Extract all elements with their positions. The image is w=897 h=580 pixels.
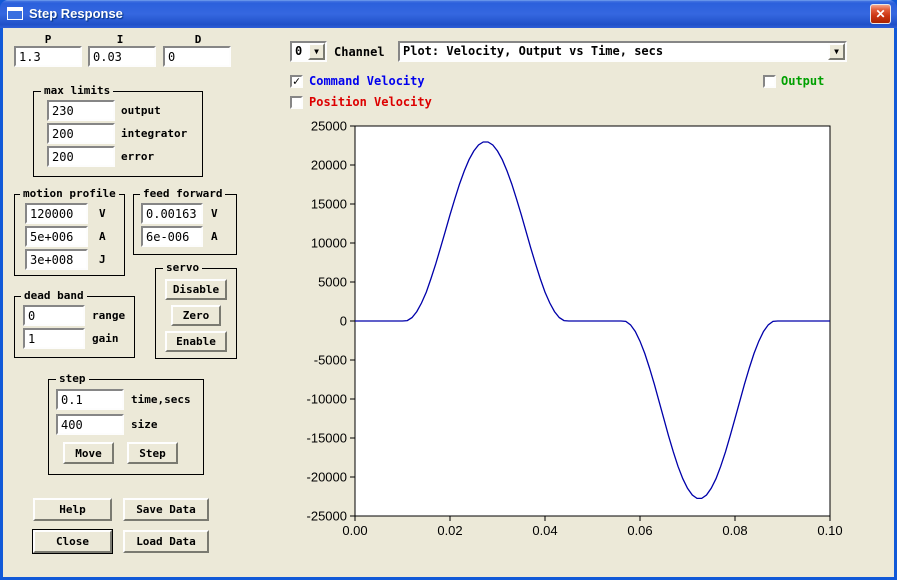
p-input[interactable] <box>14 46 82 67</box>
servo-title: servo <box>163 261 202 274</box>
checkbox-position-velocity[interactable] <box>290 96 303 109</box>
y-tick-label: 25000 <box>311 119 347 134</box>
max-error-label: error <box>121 150 154 163</box>
range-input[interactable] <box>23 305 85 326</box>
motion-j-input[interactable] <box>25 249 88 270</box>
ff-a-label: A <box>211 230 218 243</box>
y-tick-label: -5000 <box>314 353 347 368</box>
motion-v-input[interactable] <box>25 203 88 224</box>
max-error-input[interactable] <box>47 146 115 167</box>
max-output-label: output <box>121 104 161 117</box>
y-tick-label: 0 <box>340 314 347 329</box>
d-input[interactable] <box>163 46 231 67</box>
move-button[interactable]: Move <box>63 442 114 464</box>
x-tick-label: 0.10 <box>817 523 842 538</box>
step-size-input[interactable] <box>56 414 124 435</box>
checkbox-command-velocity[interactable]: ✓ <box>290 75 303 88</box>
plot-select-value: Plot: Velocity, Output vs Time, secs <box>400 43 828 60</box>
save-data-button[interactable]: Save Data <box>123 498 209 521</box>
checkbox-output[interactable] <box>763 75 776 88</box>
load-data-button[interactable]: Load Data <box>123 530 209 553</box>
y-tick-label: 15000 <box>311 197 347 212</box>
x-tick-label: 0.08 <box>722 523 747 538</box>
max-limits-title: max limits <box>41 84 113 97</box>
step-time-input[interactable] <box>56 389 124 410</box>
max-integrator-label: integrator <box>121 127 187 140</box>
x-tick-label: 0.02 <box>437 523 462 538</box>
motion-a-label: A <box>99 230 106 243</box>
gain-label: gain <box>92 332 119 345</box>
channel-select[interactable]: 0 ▼ <box>290 41 327 62</box>
motion-j-label: J <box>99 253 106 266</box>
step-title: step <box>56 372 89 385</box>
window-icon <box>7 7 23 20</box>
ff-v-input[interactable] <box>141 203 203 224</box>
legend-label-position-velocity[interactable]: Position Velocity <box>309 95 432 109</box>
chevron-down-icon[interactable]: ▼ <box>828 43 845 60</box>
channel-value: 0 <box>292 43 308 60</box>
step-response-window: Step Response ✕ P I D max limits output … <box>0 0 897 580</box>
enable-button[interactable]: Enable <box>165 331 227 352</box>
step-response-chart: 25000 20000 15000 10000 5000 0 -5000 -10000 -150… <box>300 115 860 545</box>
step-button[interactable]: Step <box>127 442 178 464</box>
x-tick-label: 0.06 <box>627 523 652 538</box>
ff-a-input[interactable] <box>141 226 203 247</box>
max-output-input[interactable] <box>47 100 115 121</box>
x-tick-label: 0.04 <box>532 523 557 538</box>
p-label: P <box>30 33 66 46</box>
channel-label: Channel <box>334 45 385 59</box>
step-size-label: size <box>131 418 158 431</box>
close-button[interactable]: ✕ <box>870 4 891 24</box>
legend-label-command-velocity[interactable]: Command Velocity <box>309 74 425 88</box>
range-label: range <box>92 309 125 322</box>
plot-select[interactable]: Plot: Velocity, Output vs Time, secs ▼ <box>398 41 847 62</box>
step-time-label: time,secs <box>131 393 191 406</box>
gain-input[interactable] <box>23 328 85 349</box>
close-icon: ✕ <box>875 7 885 21</box>
y-tick-label: 10000 <box>311 236 347 251</box>
y-tick-label: 20000 <box>311 158 347 173</box>
y-tick-label: 5000 <box>318 275 347 290</box>
help-button[interactable]: Help <box>33 498 112 521</box>
d-label: D <box>180 33 216 46</box>
chevron-down-icon[interactable]: ▼ <box>308 43 325 60</box>
titlebar[interactable]: Step Response ✕ <box>0 0 897 28</box>
y-tick-label: -25000 <box>307 509 347 524</box>
i-label: I <box>102 33 138 46</box>
zero-button[interactable]: Zero <box>171 305 221 326</box>
close-window-button[interactable]: Close <box>33 530 112 553</box>
window-title: Step Response <box>29 6 123 21</box>
feed-forward-title: feed forward <box>140 187 225 200</box>
motion-a-input[interactable] <box>25 226 88 247</box>
i-input[interactable] <box>88 46 156 67</box>
disable-button[interactable]: Disable <box>165 279 227 300</box>
motion-profile-title: motion profile <box>20 187 119 200</box>
y-tick-label: -10000 <box>307 392 347 407</box>
y-tick-label: -15000 <box>307 431 347 446</box>
dead-band-title: dead band <box>21 289 87 302</box>
x-tick-label: 0.00 <box>342 523 367 538</box>
y-tick-label: -20000 <box>307 470 347 485</box>
legend-label-output[interactable]: Output <box>781 74 824 88</box>
motion-v-label: V <box>99 207 106 220</box>
ff-v-label: V <box>211 207 218 220</box>
max-integrator-input[interactable] <box>47 123 115 144</box>
